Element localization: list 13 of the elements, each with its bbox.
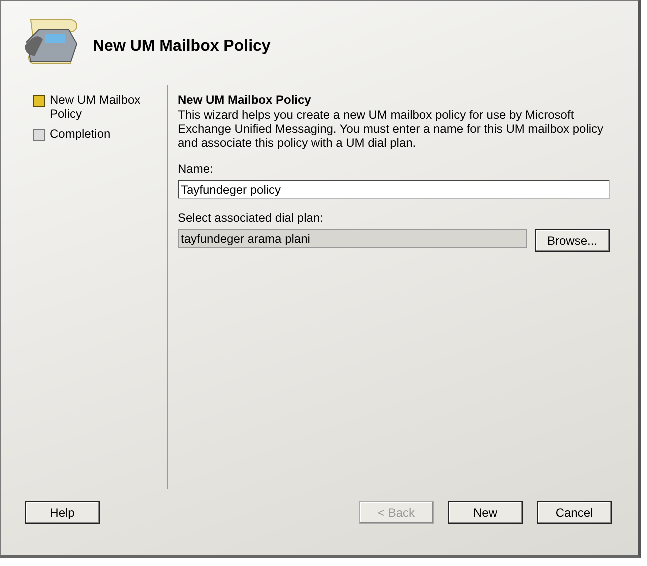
name-field[interactable]: Tayfundeger policy xyxy=(178,180,610,199)
browse-button[interactable]: Browse... xyxy=(535,229,610,252)
dial-plan-field[interactable]: tayfundeger arama plani xyxy=(178,229,527,248)
step-label: Completion xyxy=(50,127,111,141)
field-label: Name: xyxy=(178,162,214,176)
step-label: New UM Mailbox Policy xyxy=(50,93,142,121)
wizard-button[interactable]: Cancel xyxy=(537,501,612,524)
window-title: New UM Mailbox Policy xyxy=(93,38,271,56)
page-heading: New UM Mailbox Policy xyxy=(178,93,312,107)
page-description: This wizard helps you create a new UM mailbox policy for use by Microsoft Exchange Unified Messaging. You must enter a name for this UM mailbox policy and associate this policy with a UM dial plan. xyxy=(178,108,605,150)
field-label: Select associated dial plan: xyxy=(178,211,324,225)
wizard-button[interactable]: Help xyxy=(25,501,100,524)
wizard-button[interactable]: New xyxy=(448,501,523,524)
